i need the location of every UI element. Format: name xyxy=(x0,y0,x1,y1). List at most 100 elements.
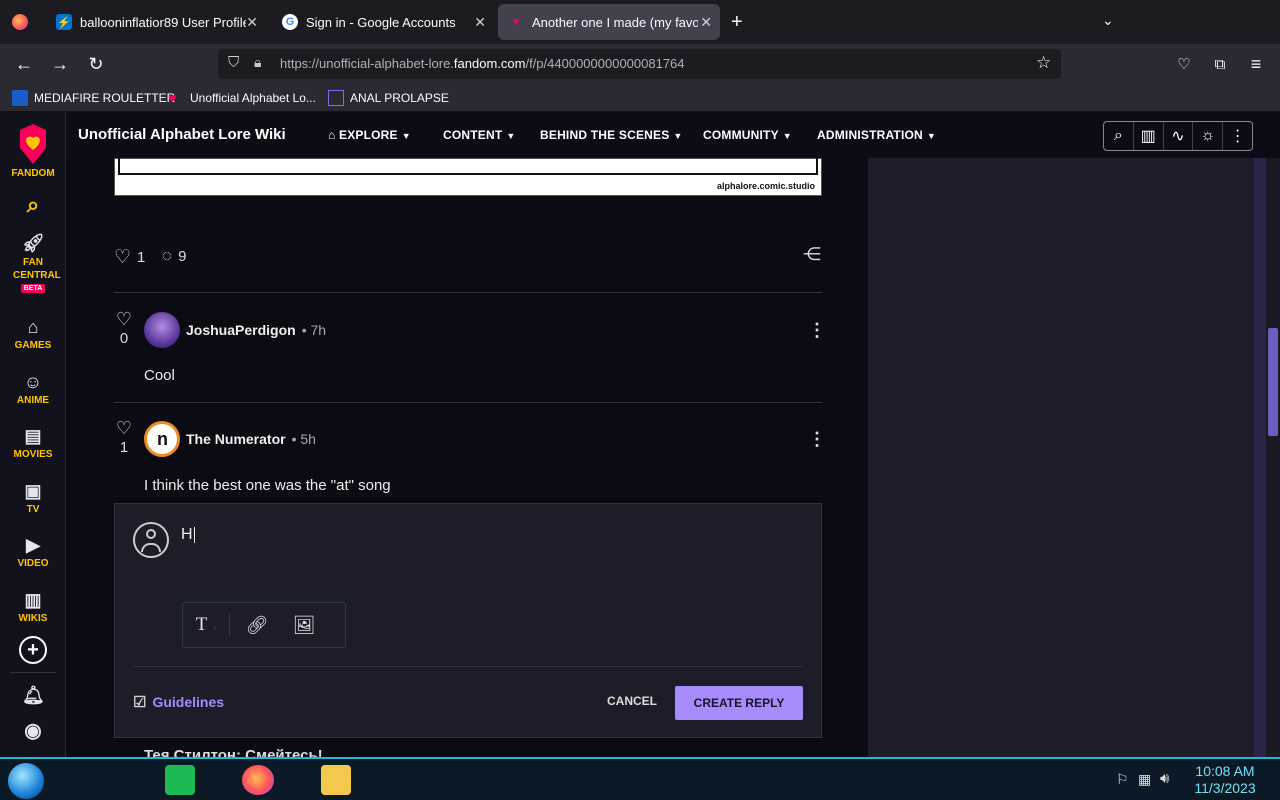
nav-behind-the-scenes[interactable]: BEHIND THE SCENES ▼ xyxy=(540,128,683,142)
close-icon[interactable]: ✕ xyxy=(700,14,712,31)
create-reply-button[interactable]: CREATE REPLY xyxy=(675,686,803,720)
reply-author[interactable]: The Numerator • 5h xyxy=(186,431,316,447)
divider xyxy=(114,292,822,293)
wiki-tools: ⌕ ▥ ∿ ☼ ⋮ xyxy=(1103,121,1253,151)
firefox-taskbar-icon[interactable] xyxy=(242,765,274,795)
browser-nav-bar: ← → ↻ ⛉ 🔒︎ https://unofficial-alphabet-l… xyxy=(0,44,1280,84)
gamepad-icon: ⌂ xyxy=(27,317,39,337)
volume-icon[interactable]: 🔊︎ xyxy=(1160,770,1169,787)
tab-profile[interactable]: ⚡ ballooninflatior89 User Profile | ✕ xyxy=(46,4,266,40)
nav-content[interactable]: CONTENT ▼ xyxy=(443,128,516,142)
nav-administration[interactable]: ADMINISTRATION ▼ xyxy=(817,128,936,142)
bookmark-alphabet-lore[interactable]: ♥ Unofficial Alphabet Lo... xyxy=(168,90,316,106)
rail-divider xyxy=(10,672,56,673)
next-content-text: Тея Стилтон: Смейтесь! xyxy=(144,747,323,757)
link-icon[interactable]: 🔗︎ xyxy=(230,615,284,636)
heart-icon: ♡ xyxy=(114,247,132,268)
url-bar[interactable]: ⛉ 🔒︎ https://unofficial-alphabet-lore.fa… xyxy=(218,49,1061,79)
mediafire-icon xyxy=(12,90,28,106)
user-avatar-placeholder-icon xyxy=(133,522,169,558)
start-orb-icon[interactable] xyxy=(8,763,44,799)
url-text[interactable]: https://unofficial-alphabet-lore.fandom.… xyxy=(280,56,685,71)
rail-movies[interactable]: ▤ MOVIES xyxy=(0,425,66,460)
avatar[interactable]: n xyxy=(144,421,180,457)
bookmark-folder[interactable]: ANAL PROLAPSE xyxy=(328,90,449,106)
rail-video[interactable]: ▶ VIDEO xyxy=(0,534,66,569)
open-book-icon[interactable]: ▥ xyxy=(1134,122,1164,150)
tab-active-post[interactable]: ♥ Another one I made (my favorit ✕ xyxy=(498,4,720,40)
more-kebab-icon[interactable]: ⋮ xyxy=(1223,122,1252,150)
scrollbar-thumb[interactable] xyxy=(1268,328,1278,436)
editor-toolbar: T › 🔗︎ 🖼︎ xyxy=(182,602,346,648)
book-icon: ▥ xyxy=(24,590,42,610)
taskbar-clock[interactable]: 10:08 AM 11/3/2023 xyxy=(1190,763,1260,797)
post-image[interactable]: alphalore.comic.studio xyxy=(114,158,822,196)
post-like-button[interactable]: ♡ 1 xyxy=(114,246,145,269)
notifications-bell-icon[interactable]: 🔔︎ xyxy=(0,684,66,708)
activity-icon[interactable]: ∿ xyxy=(1164,122,1194,150)
wiki-title[interactable]: Unofficial Alphabet Lore Wiki xyxy=(78,126,286,143)
reply-text: Cool xyxy=(144,367,175,384)
tv-icon: ▣ xyxy=(24,481,42,501)
wiki-header: Unofficial Alphabet Lore Wiki ⌂ EXPLORE ▼… xyxy=(66,112,1266,158)
new-tab-button[interactable]: + xyxy=(731,11,743,34)
chevron-down-icon: ▼ xyxy=(401,131,411,141)
extensions-icon[interactable]: ⧉ xyxy=(1208,52,1232,76)
sidebar-edge xyxy=(1254,158,1266,757)
create-wiki-button[interactable]: + xyxy=(0,636,66,664)
nav-community[interactable]: COMMUNITY ▼ xyxy=(703,128,792,142)
forward-button[interactable]: → xyxy=(48,52,72,76)
avatar[interactable] xyxy=(144,312,180,348)
reply-text-input[interactable]: H xyxy=(181,526,801,586)
more-kebab-icon[interactable]: ⋮ xyxy=(808,320,826,341)
spotify-icon[interactable] xyxy=(165,765,195,795)
bookmark-star-icon[interactable]: ☆ xyxy=(1036,53,1051,73)
fandom-icon: ♥ xyxy=(168,90,177,106)
hamburger-menu-icon[interactable]: ≡ xyxy=(1244,52,1268,76)
rail-tv[interactable]: ▣ TV xyxy=(0,480,66,515)
close-icon[interactable]: ✕ xyxy=(474,14,486,31)
firefox-menu-icon[interactable] xyxy=(12,14,28,30)
fandom-logo[interactable]: FANDOM xyxy=(0,122,66,179)
browser-tab-bar: ⚡ ballooninflatior89 User Profile | ✕ G … xyxy=(0,0,1280,44)
search-icon[interactable]: ⌕ xyxy=(0,194,66,218)
reply-upvote[interactable]: ♡ 1 xyxy=(114,418,134,456)
explore-icon: ⌂ xyxy=(328,128,339,142)
text-format-icon[interactable]: T › xyxy=(183,614,229,636)
post-comments-count[interactable]: ◌ 9 xyxy=(162,246,186,266)
bookmarks-bar: MEDIAFIRE ROULETTER ♥ Unofficial Alphabe… xyxy=(0,84,1280,112)
rail-wikis[interactable]: ▥ WIKIS xyxy=(0,589,66,624)
tab-list-chevron-icon[interactable]: ⌄ xyxy=(1102,12,1114,29)
cancel-button[interactable]: CANCEL xyxy=(607,694,657,708)
nav-explore[interactable]: ⌂ EXPLORE ▼ xyxy=(328,128,411,142)
close-icon[interactable]: ✕ xyxy=(246,14,258,31)
comic-frame xyxy=(118,158,818,175)
pocket-icon[interactable]: ♡ xyxy=(1172,52,1196,76)
bookmark-mediafire[interactable]: MEDIAFIRE ROULETTER xyxy=(12,90,175,106)
reply-author[interactable]: JoshuaPerdigon • 7h xyxy=(186,322,326,338)
rail-fan-central[interactable]: 🚀︎ FAN CENTRAL BETA xyxy=(0,232,66,293)
bookmark-folder-icon xyxy=(328,90,344,106)
guidelines-link[interactable]: ☑ Guidelines xyxy=(133,693,224,711)
lock-icon[interactable]: 🔒︎ xyxy=(254,54,261,71)
rail-games[interactable]: ⌂ GAMES xyxy=(0,316,66,351)
page-scrollbar[interactable] xyxy=(1266,158,1280,757)
user-account-icon[interactable]: ◉ xyxy=(0,720,66,744)
shield-icon[interactable]: ⛉ xyxy=(228,54,239,71)
network-icon[interactable]: ▦ xyxy=(1138,771,1151,788)
tab-google[interactable]: G Sign in - Google Accounts ✕ xyxy=(272,4,494,40)
theme-toggle-icon[interactable]: ☼ xyxy=(1193,122,1224,150)
more-kebab-icon[interactable]: ⋮ xyxy=(808,429,826,450)
back-button[interactable]: ← xyxy=(12,52,36,76)
reply-upvote[interactable]: ♡ 0 xyxy=(114,309,134,347)
rail-anime[interactable]: ☺ ANIME xyxy=(0,371,66,406)
image-icon[interactable]: 🖼︎ xyxy=(284,615,324,636)
image-credit: alphalore.comic.studio xyxy=(716,181,815,191)
file-explorer-icon[interactable] xyxy=(321,765,351,795)
right-sidebar xyxy=(868,158,1254,757)
reload-button[interactable]: ↻ xyxy=(84,52,108,76)
tray-flag-icon[interactable]: ⚐ xyxy=(1116,771,1129,788)
share-icon[interactable]: ⋲ xyxy=(803,244,821,265)
search-icon[interactable]: ⌕ xyxy=(1104,122,1134,150)
discussion-main: alphalore.comic.studio ♡ 1 ◌ 9 ⋲ ♡ 0 Jos… xyxy=(66,158,868,757)
